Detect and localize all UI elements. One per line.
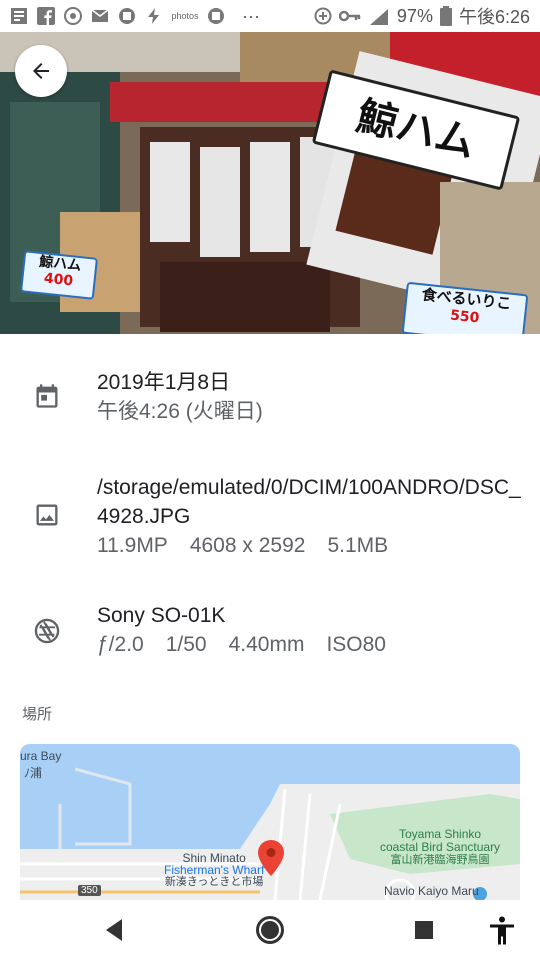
wharf-name-jp: 新湊きっときと市場 [164, 876, 264, 888]
add-circle-icon [314, 7, 332, 25]
nav-home-button[interactable] [254, 914, 286, 946]
clock: 午後6:26 [458, 7, 530, 27]
map-label-bird-sanctuary[interactable]: Toyama Shinko coastal Bird Sanctuary 富山新… [380, 828, 500, 867]
battery-percent: 97% [396, 5, 433, 26]
cup-icon [118, 7, 136, 25]
facebook-icon [37, 7, 55, 25]
map-label-navio-kaiyo-maru[interactable]: Navio Kaiyo Maru [384, 884, 479, 898]
location-map[interactable]: ura Bay ﾉ浦 Toyama Shinko coastal Bird Sa… [20, 744, 520, 900]
aperture-value: ƒ/2.0 [97, 633, 144, 656]
accessibility-button[interactable] [486, 914, 518, 946]
news-icon [10, 7, 28, 25]
route-number-badge: 350 [78, 885, 101, 896]
navigation-bar [0, 900, 540, 960]
square-recents-icon [415, 921, 433, 939]
photo-price-tag-left-price: 400 [43, 270, 74, 290]
notification-icons: photos ··· [10, 6, 260, 27]
time-text: 午後4:26 (火曜日) [97, 400, 263, 423]
device-name: Sony SO-01K [97, 604, 226, 627]
date-text: 2019年1月8日 [97, 371, 231, 394]
nav-recents-button[interactable] [408, 914, 440, 946]
battery-icon [439, 6, 452, 26]
signal-4g-icon [368, 7, 390, 25]
chrome-icon [64, 7, 82, 25]
map-label-bay-jp: ﾉ浦 [24, 766, 43, 780]
bird-sanctuary-name-2: coastal Bird Sanctuary [380, 840, 501, 854]
cup-icon [207, 7, 225, 25]
photos-icon: photos [171, 11, 199, 21]
resolution: 4608 x 2592 [189, 534, 306, 557]
map-tiles [20, 744, 520, 900]
aperture-icon [33, 617, 61, 645]
iso-value: ISO80 [326, 633, 386, 656]
nav-back-button[interactable] [98, 914, 130, 946]
shutter-value: 1/50 [165, 633, 207, 656]
photo-price-tag-left: 鯨ハム 400 [20, 250, 98, 300]
wharf-name-2: Fisherman's Wharf [164, 863, 265, 877]
map-pin-icon[interactable] [258, 840, 284, 876]
back-button[interactable] [15, 45, 67, 97]
location-section-label: 場所 [22, 706, 53, 723]
map-label-fishermans-wharf[interactable]: Shin Minato Fisherman's Wharf 新湊きっときと市場 [164, 852, 264, 888]
focal-length-value: 4.40mm [228, 633, 305, 656]
photo-preview[interactable]: 鯨ハム 鯨ハム 400 食べるいりこ 550 [0, 32, 540, 334]
image-icon [33, 501, 61, 529]
date-row: 2019年1月8日 午後4:26 (火曜日) [0, 368, 540, 432]
date-details: 2019年1月8日 午後4:26 (火曜日) [97, 368, 526, 426]
key-icon [338, 7, 361, 25]
status-bar: photos ··· 97% 午後6:26 [0, 0, 540, 32]
system-icons: 97% 午後6:26 [314, 3, 530, 29]
camera-details: Sony SO-01K ƒ/2.0 1/50 4.40mm ISO80 [97, 601, 526, 659]
triangle-back-icon [106, 919, 122, 941]
megapixels: 11.9MP [97, 534, 168, 557]
exif-details: ƒ/2.0 1/50 4.40mm ISO80 [97, 630, 526, 659]
calendar-icon [33, 382, 61, 410]
bird-sanctuary-name-jp: 富山新港臨海野鳥園 [390, 854, 490, 866]
file-details: /storage/emulated/0/DCIM/100ANDRO/DSC_49… [97, 473, 526, 560]
file-meta: 11.9MP 4608 x 2592 5.1MB [97, 531, 526, 560]
accessibility-icon [490, 916, 514, 945]
circle-home-icon [256, 916, 284, 944]
file-path: /storage/emulated/0/DCIM/100ANDRO/DSC_49… [97, 476, 521, 528]
file-size: 5.1MB [327, 534, 389, 557]
file-row: /storage/emulated/0/DCIM/100ANDRO/DSC_49… [0, 473, 540, 563]
more-icon: ··· [242, 5, 260, 26]
flash-icon [145, 7, 163, 25]
mail-icon [91, 7, 109, 25]
map-label-bay: ura Bay [20, 749, 62, 763]
camera-row: Sony SO-01K ƒ/2.0 1/50 4.40mm ISO80 [0, 601, 540, 665]
arrow-left-icon [29, 59, 53, 83]
